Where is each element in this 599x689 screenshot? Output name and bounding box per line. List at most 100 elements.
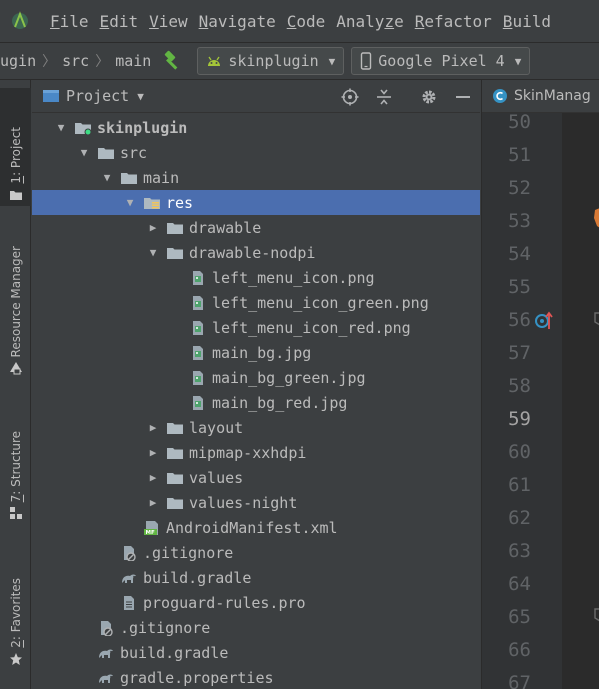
image-file-icon — [193, 295, 203, 310]
tree-item[interactable]: left_menu_icon_green.png — [32, 290, 468, 315]
collapse-all-icon[interactable] — [375, 88, 393, 106]
resource-manager-tool-button[interactable]: Resource Manager — [0, 220, 31, 375]
editor-area: SkinManag 50 51 52 53 54 55 56 57 58 59 60 61 62 63 64… — [481, 80, 599, 689]
class-icon — [493, 89, 507, 103]
menu-build[interactable]: Build — [503, 12, 551, 31]
expand-arrow-right-icon[interactable]: ▶ — [146, 421, 160, 434]
tree-item-label: skinplugin — [97, 118, 188, 137]
tree-item[interactable]: main_bg_green.jpg — [32, 365, 468, 390]
chevron-down-icon[interactable]: ▼ — [137, 90, 144, 103]
tree-item-label: drawable — [189, 218, 262, 237]
tree-item[interactable]: ▼ src — [32, 140, 468, 165]
code-area[interactable] — [562, 113, 599, 689]
tree-item[interactable]: build.gradle — [32, 565, 468, 590]
tree-item[interactable]: ▶ mipmap-xxhdpi — [32, 440, 468, 465]
expand-arrow-right-icon[interactable]: ▶ — [146, 496, 160, 509]
breadcrumb-src[interactable]: src — [62, 52, 89, 70]
device-combo[interactable]: Google Pixel 4 ▼ — [351, 47, 531, 75]
fold-marker-icon[interactable] — [592, 311, 599, 327]
tree-item-label: gradle.properties — [120, 668, 274, 687]
tree-item-label: mipmap-xxhdpi — [189, 443, 307, 462]
tree-item[interactable]: main_bg_red.jpg — [32, 390, 468, 415]
expand-arrow-right-icon[interactable]: ▶ — [146, 221, 160, 234]
phone-icon — [361, 52, 372, 70]
folder-icon — [167, 247, 183, 259]
locate-target-icon[interactable] — [341, 88, 359, 106]
tree-item-label: main_bg_green.jpg — [212, 368, 366, 387]
expand-arrow-down-icon[interactable]: ▼ — [54, 121, 68, 134]
image-file-icon — [193, 370, 203, 385]
svg-text:MF: MF — [146, 530, 155, 536]
project-view-title[interactable]: Project — [66, 87, 129, 105]
make-project-hammer-icon[interactable] — [161, 50, 183, 72]
expand-arrow-down-icon[interactable]: ▼ — [100, 171, 114, 184]
tree-item[interactable]: proguard-rules.pro — [32, 590, 468, 615]
tree-item[interactable]: gradle.properties — [32, 665, 468, 689]
tree-item[interactable]: ▼ res — [32, 190, 480, 215]
folder-icon — [98, 147, 114, 159]
tree-item[interactable]: ▶ layout — [32, 415, 468, 440]
project-panel-header: Project ▼ — [32, 80, 480, 113]
tree-item-label: main — [143, 168, 180, 187]
structure-tool-button[interactable]: 7: Structure — [0, 398, 31, 520]
tree-item[interactable]: ▶ drawable — [32, 215, 468, 240]
menu-view[interactable]: View — [149, 12, 188, 31]
gradle-file-icon — [99, 674, 113, 683]
expand-arrow-right-icon[interactable]: ▶ — [146, 446, 160, 459]
tree-item[interactable]: main_bg.jpg — [32, 340, 468, 365]
minimize-icon[interactable] — [454, 88, 472, 106]
gear-icon[interactable] — [420, 88, 438, 106]
android-icon — [208, 56, 221, 66]
tree-item[interactable]: left_menu_icon.png — [32, 265, 468, 290]
image-file-icon — [193, 270, 203, 285]
fold-marker-icon[interactable] — [592, 607, 599, 623]
tree-item[interactable]: ▼ drawable-nodpi — [32, 240, 468, 265]
tree-item[interactable]: build.gradle — [32, 640, 468, 665]
line-number: 51 — [508, 144, 531, 166]
tree-item-label: left_menu_icon.png — [212, 268, 375, 287]
run-configuration-combo[interactable]: skinplugin ▼ — [197, 47, 345, 75]
line-number: 54 — [508, 243, 531, 265]
editor-tab-skinmanager[interactable]: SkinManag — [482, 80, 599, 113]
line-number: 50 — [508, 111, 531, 133]
favorites-tool-button[interactable]: 2: Favorites — [0, 544, 31, 666]
tree-item-label: values-night — [189, 493, 298, 512]
breadcrumb-module[interactable]: ugin — [0, 52, 36, 70]
line-number: 52 — [508, 177, 531, 199]
tree-item[interactable]: ▶ values-night — [32, 490, 468, 515]
project-tool-button[interactable]: 1: Project — [0, 88, 31, 206]
breadcrumb-main[interactable]: main — [115, 52, 151, 70]
line-number: 67 — [508, 672, 531, 689]
menu-analyze[interactable]: Analyze — [336, 12, 403, 31]
android-studio-icon — [12, 11, 28, 29]
expand-arrow-down-icon[interactable]: ▼ — [146, 246, 160, 259]
expand-arrow-down-icon[interactable]: ▼ — [77, 146, 91, 159]
tree-item[interactable]: MF AndroidManifest.xml — [32, 515, 468, 540]
menu-code[interactable]: Code — [287, 12, 326, 31]
navigation-bar: ugin 〉 src 〉 main skinplugin ▼ Google Pi… — [0, 42, 599, 80]
module-folder-icon — [75, 122, 92, 135]
expand-arrow-down-icon[interactable]: ▼ — [123, 196, 137, 209]
tree-item-label: drawable-nodpi — [189, 243, 316, 262]
tree-item[interactable]: ▼ skinplugin — [32, 115, 468, 140]
chevron-down-icon: ▼ — [328, 54, 336, 68]
implemented-method-icon[interactable] — [534, 309, 554, 331]
tree-item[interactable]: ▼ main — [32, 165, 468, 190]
code-marker-icon — [594, 208, 599, 228]
menu-file[interactable]: File — [50, 12, 89, 31]
folder-icon — [167, 222, 183, 234]
line-number: 56 — [508, 309, 531, 331]
tree-item-label: main_bg.jpg — [212, 343, 312, 362]
tree-item[interactable]: .gitignore — [32, 615, 468, 640]
tree-item[interactable]: ▶ values — [32, 465, 468, 490]
menu-refactor[interactable]: Refactor — [415, 12, 492, 31]
expand-arrow-right-icon[interactable]: ▶ — [146, 471, 160, 484]
menu-edit[interactable]: Edit — [100, 12, 139, 31]
tree-item-label: build.gradle — [143, 568, 252, 587]
line-number: 59 — [508, 408, 531, 430]
folder-icon — [167, 447, 183, 459]
tree-item[interactable]: left_menu_icon_red.png — [32, 315, 468, 340]
menu-navigate[interactable]: Navigate — [199, 12, 276, 31]
tree-item[interactable]: .gitignore — [32, 540, 468, 565]
device-label: Google Pixel 4 — [378, 52, 505, 70]
